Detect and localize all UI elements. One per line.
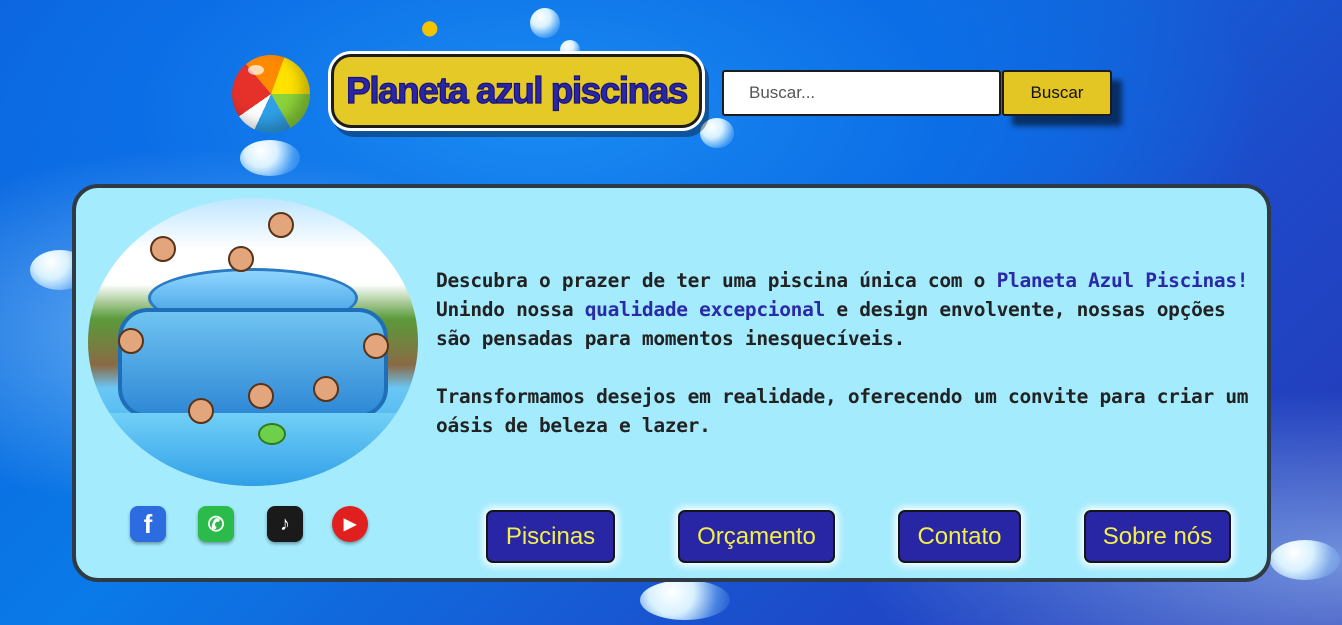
nav-button-orcamento[interactable]: Orçamento [678,510,835,563]
hero-kid [248,383,274,409]
water-splash [240,140,300,176]
rubber-duck-icon: ● [421,15,439,39]
description-text: Descubra o prazer de ter uma piscina úni… [436,266,1256,440]
description-paragraph-1: Descubra o prazer de ter uma piscina úni… [436,269,1249,350]
whatsapp-icon[interactable]: ✆ [198,506,234,542]
youtube-icon[interactable]: ▶ [332,506,368,542]
description-paragraph-2: Transformamos desejos em realidade, ofer… [436,385,1249,437]
brand-highlight: Planeta Azul Piscinas! [996,269,1249,292]
logo-text: Planeta azul piscinas [346,69,689,111]
search-input[interactable] [722,70,1001,116]
hero-ball [258,423,286,445]
water-splash [640,580,730,620]
water-splash [1270,540,1340,580]
search-button[interactable]: Buscar [1002,70,1112,116]
water-splash [530,8,560,38]
quality-highlight: qualidade excepcional [584,298,826,321]
hero-kid [313,376,339,402]
facebook-icon[interactable]: f [130,506,166,542]
hero-kid [228,246,254,272]
beach-ball-icon [232,55,310,133]
nav-button-piscinas[interactable]: Piscinas [486,510,615,563]
nav-button-contato[interactable]: Contato [898,510,1021,563]
hero-kid [150,236,176,262]
nav-button-sobre-nos[interactable]: Sobre nós [1084,510,1231,563]
hero-water [88,413,418,486]
site-logo[interactable]: Planeta azul piscinas [331,54,702,128]
hero-kid [188,398,214,424]
hero-kid [118,328,144,354]
main-card: Descubra o prazer de ter uma piscina úni… [72,184,1271,582]
hero-kid [268,212,294,238]
tiktok-icon[interactable]: ♪ [267,506,303,542]
hero-kid [363,333,389,359]
water-splash [700,118,734,148]
hero-image [88,198,418,486]
